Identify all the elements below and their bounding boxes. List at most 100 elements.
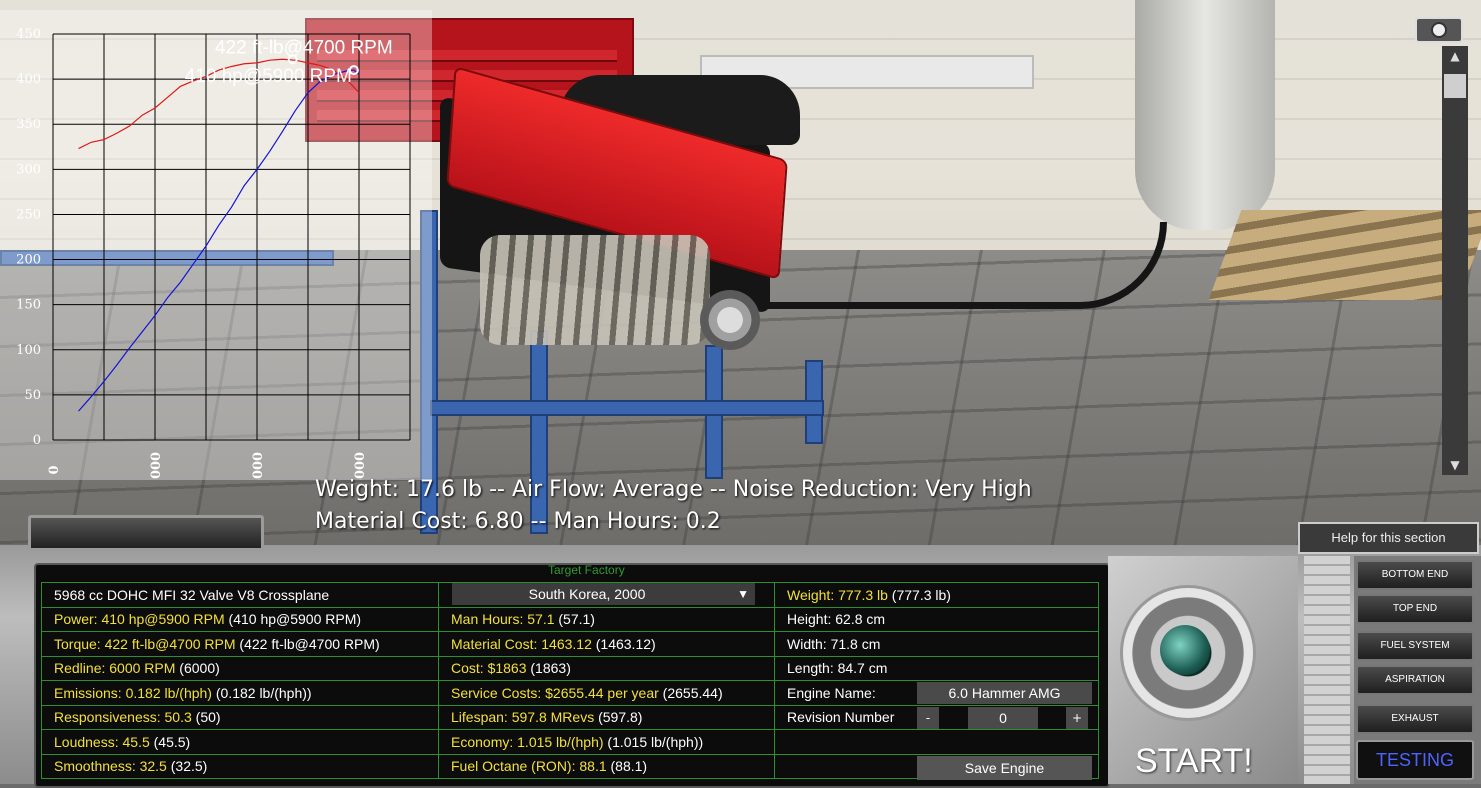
chart-y-tick-label: 50 xyxy=(24,388,41,403)
lifespan-value: Lifespan: 597.8 MRevs xyxy=(451,709,595,726)
engine-summary: 5968 cc DOHC MFI 32 Valve V8 Crossplane xyxy=(41,582,439,608)
chart-y-tick-label: 400 xyxy=(16,72,41,87)
chart-y-tick-label: 0 xyxy=(33,433,41,448)
chart-x-tick-label: 0 xyxy=(47,465,62,474)
scroll-thumb[interactable] xyxy=(1444,74,1466,98)
scroll-up-icon[interactable]: ▲ xyxy=(1442,46,1468,66)
viewport-scrollbar[interactable]: ▲ ▼ xyxy=(1442,46,1468,475)
revision-number-field[interactable]: 0 xyxy=(968,707,1038,729)
loudness-value: Loudness: 45.5 xyxy=(54,733,150,750)
man-hours-value: Man Hours: 57.1 xyxy=(451,611,555,628)
material-cost-value: Material Cost: 1463.12 xyxy=(451,635,592,652)
pillar xyxy=(1135,0,1275,230)
emissions-target: (0.182 lb/(hph)) xyxy=(211,684,312,701)
revision-increment-button[interactable]: + xyxy=(1066,707,1088,729)
emissions-value: Emissions: 0.182 lb/(hph) xyxy=(54,684,212,701)
responsiveness-stat: Responsiveness: 50.3 (50) xyxy=(41,704,439,730)
chart-y-tick-label: 150 xyxy=(16,298,41,313)
smoothness-target: (32.5) xyxy=(166,758,208,775)
responsiveness-value: Responsiveness: 50.3 xyxy=(54,709,192,726)
empty-cell xyxy=(774,729,1099,755)
part-description-line1: Weight: 17.6 lb -- Air Flow: Average -- … xyxy=(315,477,1032,502)
engine-stats-table: 5968 cc DOHC MFI 32 Valve V8 Crossplane … xyxy=(41,582,1099,779)
revision-decrement-button[interactable]: - xyxy=(917,707,939,729)
tab-exhaust[interactable]: EXHAUST xyxy=(1356,704,1474,734)
target-factory-dropdown[interactable]: South Korea, 2000 ▼ xyxy=(452,583,755,605)
economy-value: Economy: 1.015 lb/(hph) xyxy=(451,733,604,750)
target-factory-label: Target Factory xyxy=(548,563,625,577)
cost-target: (1863) xyxy=(526,660,571,677)
chart-x-tick-label: 2000 xyxy=(149,452,164,480)
lifespan-target: (597.8) xyxy=(594,709,643,726)
loudness-stat: Loudness: 45.5 (45.5) xyxy=(41,729,439,755)
service-costs-stat: Service Costs: $2655.44 per year (2655.4… xyxy=(438,680,775,706)
engine-stand-bar xyxy=(430,400,824,416)
power-curve xyxy=(78,69,360,412)
power-value: Power: 410 hp@5900 RPM xyxy=(54,611,225,628)
pallet xyxy=(1208,210,1481,300)
smoothness-stat: Smoothness: 32.5 (32.5) xyxy=(41,753,439,779)
economy-target: (1.015 lb/(hph)) xyxy=(603,733,704,750)
dyno-chart-svg: 0501001502002503003504004500 2000 4000 6000… xyxy=(16,27,411,480)
part-description: Weight: 17.6 lb -- Air Flow: Average -- … xyxy=(315,474,1032,538)
width-stat: Width: 71.8 cm xyxy=(774,631,1099,657)
service-costs-value: Service Costs: $2655.44 per year xyxy=(451,684,659,701)
fuel-octane-value: Fuel Octane (RON): 88.1 xyxy=(451,758,607,775)
fuel-octane-target: (88.1) xyxy=(606,758,648,775)
height-stat: Height: 62.8 cm xyxy=(774,606,1099,632)
tab-fuel-system[interactable]: FUEL SYSTEM xyxy=(1356,631,1474,661)
chart-peak-label: 410 hp@5900 RPM xyxy=(185,66,352,87)
smoothness-value: Smoothness: 32.5 xyxy=(54,758,167,775)
man-hours-target: (57.1) xyxy=(554,611,595,628)
start-lens-icon[interactable] xyxy=(1160,625,1210,675)
cost-stat: Cost: $1863 (1863) xyxy=(438,655,775,681)
torque-stat: Torque: 422 ft-lb@4700 RPM (422 ft-lb@47… xyxy=(41,631,439,657)
chart-y-tick-label: 350 xyxy=(16,117,41,132)
length-stat: Length: 84.7 cm xyxy=(774,655,1099,681)
dyno-chart: 0 50 100 150 200 250 300 350 400 450 0 2000 4000 6000… xyxy=(0,10,432,480)
tab-bottom-end[interactable]: BOTTOM END xyxy=(1356,560,1474,590)
torque-value: Torque: 422 ft-lb@4700 RPM xyxy=(54,635,236,652)
weight-value: Weight: 777.3 lb xyxy=(787,586,888,603)
chart-y-tick-label: 250 xyxy=(16,207,41,222)
tab-aspiration[interactable]: ASPIRATION xyxy=(1356,665,1474,695)
hose xyxy=(760,222,1167,309)
scroll-down-icon[interactable]: ▼ xyxy=(1442,455,1468,475)
power-target: (410 hp@5900 RPM) xyxy=(224,611,362,628)
lifespan-stat: Lifespan: 597.8 MRevs (597.8) xyxy=(438,704,775,730)
exhaust-headers xyxy=(480,235,710,345)
chart-y-tick-label: 100 xyxy=(16,343,41,358)
redline-value: Redline: 6000 RPM xyxy=(54,660,176,677)
loudness-target: (45.5) xyxy=(149,733,191,750)
chart-y-tick-label: 200 xyxy=(16,253,41,268)
chart-x-tick-label: 4000 xyxy=(251,452,266,480)
chart-y-tick-label: 300 xyxy=(16,162,41,177)
camera-icon[interactable] xyxy=(1415,17,1463,43)
crank-pulley xyxy=(700,290,760,350)
engine-name-input[interactable]: 6.0 Hammer AMG xyxy=(917,682,1092,704)
tab-top-end[interactable]: TOP END xyxy=(1356,594,1474,624)
target-factory-value: South Korea, 2000 xyxy=(528,586,646,602)
cost-value: Cost: $1863 xyxy=(451,660,527,677)
material-cost-target: (1463.12) xyxy=(591,635,656,652)
chevron-down-icon: ▼ xyxy=(737,587,749,601)
help-button[interactable]: Help for this section xyxy=(1298,522,1479,554)
redline-target: (6000) xyxy=(175,660,220,677)
tab-testing[interactable]: TESTING xyxy=(1356,740,1474,780)
part-description-line2: Material Cost: 6.80 -- Man Hours: 0.2 xyxy=(315,509,721,534)
weight-stat: Weight: 777.3 lb (777.3 lb) xyxy=(774,582,1099,608)
panel-slot xyxy=(28,515,264,551)
chart-y-tick-label: 450 xyxy=(16,27,41,42)
man-hours-stat: Man Hours: 57.1 (57.1) xyxy=(438,606,775,632)
torque-target: (422 ft-lb@4700 RPM) xyxy=(235,635,380,652)
material-cost-stat: Material Cost: 1463.12 (1463.12) xyxy=(438,631,775,657)
economy-stat: Economy: 1.015 lb/(hph) (1.015 lb/(hph)) xyxy=(438,729,775,755)
weight-target: (777.3 lb) xyxy=(887,586,951,603)
chart-peak-label: 422 ft-lb@4700 RPM xyxy=(215,37,393,58)
service-costs-target: (2655.44) xyxy=(658,684,723,701)
emissions-stat: Emissions: 0.182 lb/(hph) (0.182 lb/(hph… xyxy=(41,680,439,706)
start-button[interactable]: START! xyxy=(1135,742,1253,781)
power-stat: Power: 410 hp@5900 RPM (410 hp@5900 RPM) xyxy=(41,606,439,632)
panel-strip xyxy=(1304,556,1350,784)
save-engine-button[interactable]: Save Engine xyxy=(917,756,1092,780)
